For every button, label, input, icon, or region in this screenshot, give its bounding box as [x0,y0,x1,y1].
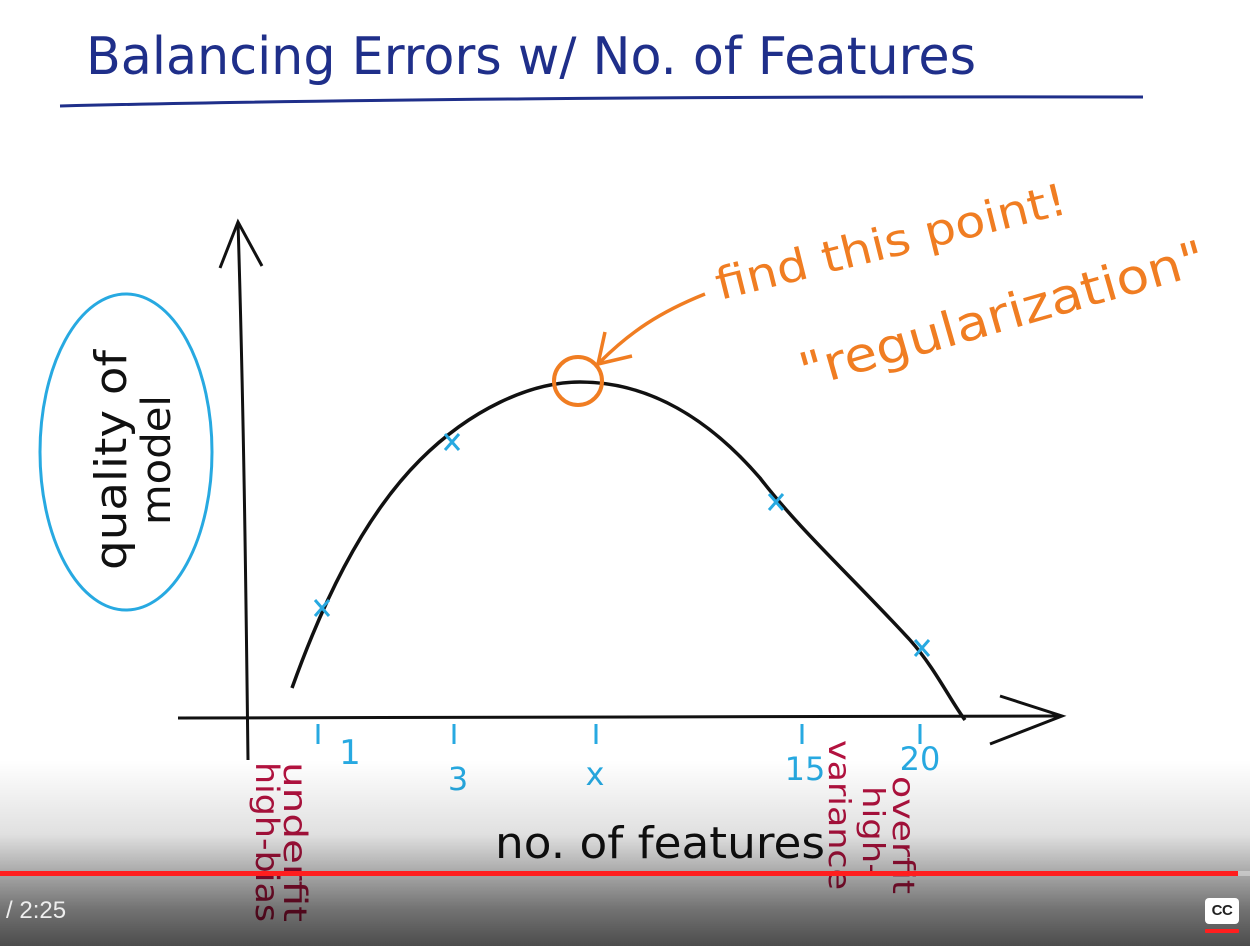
x-axis-label: no. of features [495,818,825,869]
data-mark [443,433,461,451]
y-axis-label-line1: quality of [86,348,137,570]
x-axis-arrowhead [989,694,1067,746]
quality-curve [290,380,967,722]
y-axis-arrowhead [218,218,264,269]
cc-icon: CC [1205,898,1239,924]
data-marks [313,433,931,657]
x-axis [177,714,1059,721]
annotation-arrow [598,292,706,364]
y-axis [236,221,250,761]
x-tick-label: 15 [785,750,826,788]
high-bias-note: high-bias [248,762,286,922]
y-axis-label-line2: model [134,395,180,525]
lecture-whiteboard: Balancing Errors w/ No. of Features qual… [38,27,1212,922]
variance-note: variance [821,740,856,890]
title-underline [59,95,1144,108]
progress-bar[interactable] [0,871,1250,876]
captions-button[interactable]: CC [1203,896,1243,936]
x-tick-label: 1 [339,733,361,773]
x-tick-label: x [586,755,605,793]
time-display: 4 / 2:25 [0,897,67,924]
x-tick-label: 20 [900,740,941,778]
page-title: Balancing Errors w/ No. of Features [86,27,976,87]
progress-bar-fill [0,871,1238,876]
x-tick-label: 3 [448,760,468,798]
captions-active-indicator [1205,929,1239,933]
high-note: high- [855,786,890,876]
